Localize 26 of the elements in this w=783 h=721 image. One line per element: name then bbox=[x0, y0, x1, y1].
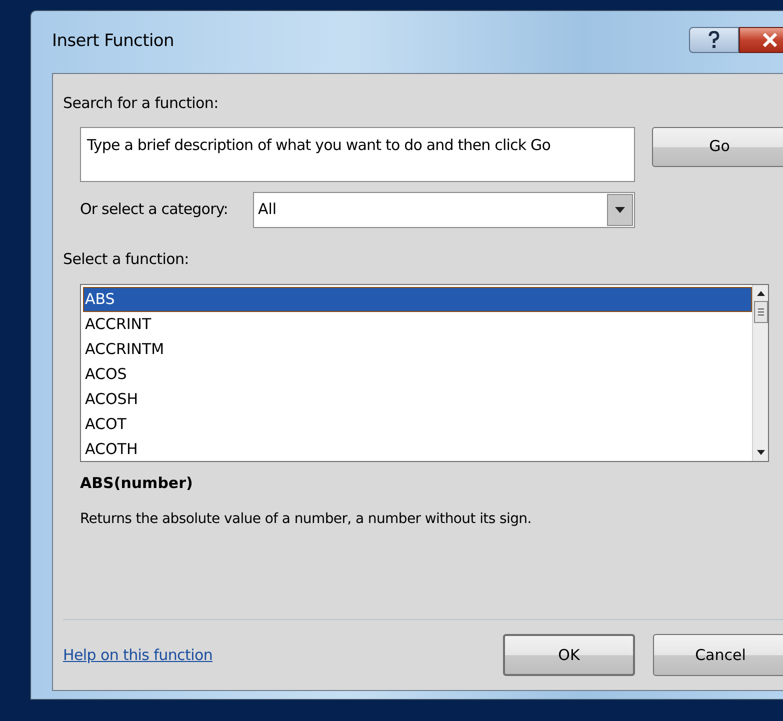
function-item[interactable]: ACOT bbox=[83, 412, 752, 437]
function-signature: ABS(number) bbox=[80, 473, 194, 494]
scroll-down-icon bbox=[756, 449, 766, 457]
cancel-button[interactable]: Cancel bbox=[653, 634, 783, 676]
go-button[interactable]: Go bbox=[652, 126, 783, 166]
category-dropdown[interactable]: All bbox=[253, 192, 635, 228]
function-item[interactable]: ACOTH bbox=[83, 437, 752, 461]
search-label: Search for a function: bbox=[63, 93, 220, 114]
function-item[interactable]: ACCRINTM bbox=[83, 337, 752, 362]
close-icon bbox=[762, 32, 778, 48]
function-item[interactable]: ACOSH bbox=[83, 387, 752, 412]
functions-label: Select a function: bbox=[63, 248, 190, 270]
function-description: Returns the absolute value of a number, a number without its sign. bbox=[80, 510, 532, 528]
help-link[interactable]: Help on this function bbox=[63, 644, 503, 666]
scroll-up-icon bbox=[756, 289, 766, 297]
help-button[interactable] bbox=[689, 27, 739, 53]
ok-button[interactable]: OK bbox=[503, 634, 635, 676]
function-item[interactable]: ACOS bbox=[83, 362, 752, 387]
function-item[interactable]: ACCRINT bbox=[83, 312, 752, 337]
help-icon bbox=[707, 31, 721, 49]
search-field[interactable]: Type a brief description of what you want to do and then click Go bbox=[80, 126, 635, 182]
scrollbar[interactable] bbox=[752, 285, 768, 461]
window-title: Insert Function bbox=[52, 30, 174, 54]
category-label: Or select a category: bbox=[80, 199, 229, 220]
function-item[interactable]: ABS bbox=[83, 287, 752, 312]
scroll-thumb-icon bbox=[754, 301, 768, 323]
